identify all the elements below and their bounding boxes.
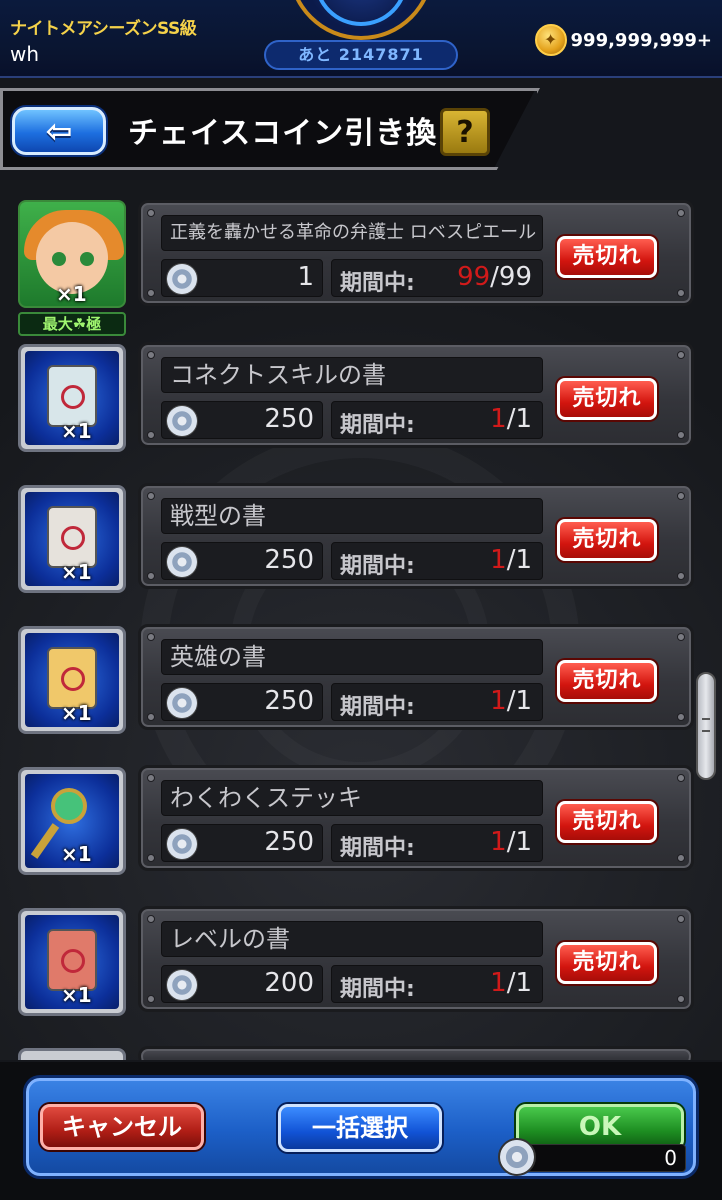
chase-coin-icon: [166, 405, 198, 437]
scroll-icon: ×1: [18, 344, 126, 452]
scroll-icon: ×1: [18, 626, 126, 734]
sold-out-button[interactable]: 売切れ: [557, 236, 657, 278]
cost-value: 200: [264, 968, 314, 998]
gold-coin-icon: ✦: [534, 24, 567, 56]
chase-coin-icon: [166, 969, 198, 1001]
back-arrow-icon: ⇦: [45, 112, 73, 150]
item-quantity: ×1: [61, 701, 92, 725]
item-quantity: ×1: [56, 282, 87, 306]
item-name: 正義を轟かせる革命の弁護士 ロベスピエール ☘ 1: [161, 215, 543, 251]
item-quantity: ×1: [61, 419, 92, 443]
page-header: ⇦ チェイスコイン引き換え ?: [0, 88, 540, 170]
status-bar: ナイトメアシーズンSS級 wh あと 2147871 ✦ 999,999,999…: [0, 0, 722, 78]
period-label: 期間中:: [340, 836, 415, 861]
cost-value: 250: [264, 545, 314, 575]
cost-box: 250: [161, 683, 323, 721]
wand-icon: ×1: [18, 767, 126, 875]
total-cost-box: 0: [510, 1144, 686, 1172]
period-label: 期間中:: [340, 271, 415, 296]
user-name: wh: [10, 42, 40, 66]
item-name: レベルの書: [161, 921, 543, 957]
sold-out-button[interactable]: 売切れ: [557, 378, 657, 420]
coin-balance-value: 999,999,999+: [570, 29, 712, 51]
character-icon: ×1: [18, 200, 126, 308]
item-quantity: ×1: [61, 983, 92, 1007]
period-value: 99/99: [457, 262, 532, 292]
period-box: 期間中: 1/1: [331, 965, 543, 1003]
period-label: 期間中:: [340, 977, 415, 1002]
item-name: コネクトスキルの書: [161, 357, 543, 393]
period-label: 期間中:: [340, 554, 415, 579]
cost-value: 1: [297, 262, 314, 292]
bulk-select-button[interactable]: 一括選択: [278, 1104, 442, 1152]
item-name: わくわくステッキ: [161, 780, 543, 816]
list-item: ×1 戦型の書 250 期間中: 1/1 売切れ: [0, 483, 700, 597]
period-box: 期間中: 99/99: [331, 259, 543, 297]
period-value: 1/1: [490, 827, 532, 857]
chase-coin-icon: [166, 263, 198, 295]
period-value: 1/1: [490, 404, 532, 434]
page-title: チェイスコイン引き換え: [128, 116, 469, 151]
item-quantity: ×1: [61, 842, 92, 866]
cost-box: 200: [161, 965, 323, 1003]
cancel-button[interactable]: キャンセル: [40, 1104, 204, 1150]
period-box: 期間中: 1/1: [331, 542, 543, 580]
list-item: ×1 英雄の書 250 期間中: 1/1 売切れ: [0, 624, 700, 738]
period-value: 1/1: [490, 968, 532, 998]
chase-coin-icon: [166, 546, 198, 578]
cost-box: 250: [161, 401, 323, 439]
list-item: ×1 正義を轟かせる革命の弁護士 ロベスピエール ☘ 1 1 期間中: 99/9…: [0, 200, 700, 314]
sold-out-button[interactable]: 売切れ: [557, 519, 657, 561]
period-box: 期間中: 1/1: [331, 824, 543, 862]
list-item: ×1 レベルの書 200 期間中: 1/1 売切れ: [0, 906, 700, 1020]
cost-value: 250: [264, 404, 314, 434]
coin-balance: ✦ 999,999,999+: [534, 24, 712, 56]
help-button[interactable]: ?: [440, 108, 490, 156]
list-item: ×1 コネクトスキルの書 250 期間中: 1/1 売切れ: [0, 342, 700, 456]
cost-value: 250: [264, 686, 314, 716]
max-clover-badge: 最大☘極: [18, 312, 126, 336]
period-value: 1/1: [490, 545, 532, 575]
cost-value: 250: [264, 827, 314, 857]
chase-coin-icon: [166, 687, 198, 719]
chase-coin-icon: [166, 828, 198, 860]
list-item: ×1 わくわくステッキ 250 期間中: 1/1 売切れ: [0, 765, 700, 879]
period-value: 1/1: [490, 686, 532, 716]
sold-out-button[interactable]: 売切れ: [557, 801, 657, 843]
remaining-counter: あと 2147871: [264, 40, 458, 70]
scroll-icon: ×1: [18, 908, 126, 1016]
exchange-list[interactable]: ×1 正義を轟かせる革命の弁護士 ロベスピエール ☘ 1 1 期間中: 99/9…: [0, 180, 722, 1060]
cost-box: 1: [161, 259, 323, 297]
period-box: 期間中: 1/1: [331, 683, 543, 721]
clover-icon: ☘ 1: [542, 222, 543, 243]
gauge-dial: [288, 0, 434, 40]
sold-out-button[interactable]: 売切れ: [557, 660, 657, 702]
cost-box: 250: [161, 824, 323, 862]
scrollbar-thumb[interactable]: [696, 672, 716, 780]
item-name: 戦型の書: [161, 498, 543, 534]
total-cost-value: 0: [664, 1146, 677, 1170]
season-rank: ナイトメアシーズンSS級: [10, 19, 197, 39]
chase-coin-icon: [498, 1138, 536, 1176]
item-name: 英雄の書: [161, 639, 543, 675]
period-label: 期間中:: [340, 413, 415, 438]
list-item-partial: [0, 1046, 700, 1060]
item-quantity: ×1: [61, 560, 92, 584]
period-label: 期間中:: [340, 695, 415, 720]
back-button[interactable]: ⇦: [12, 107, 106, 155]
period-box: 期間中: 1/1: [331, 401, 543, 439]
sold-out-button[interactable]: 売切れ: [557, 942, 657, 984]
cost-box: 250: [161, 542, 323, 580]
scroll-icon: ×1: [18, 485, 126, 593]
